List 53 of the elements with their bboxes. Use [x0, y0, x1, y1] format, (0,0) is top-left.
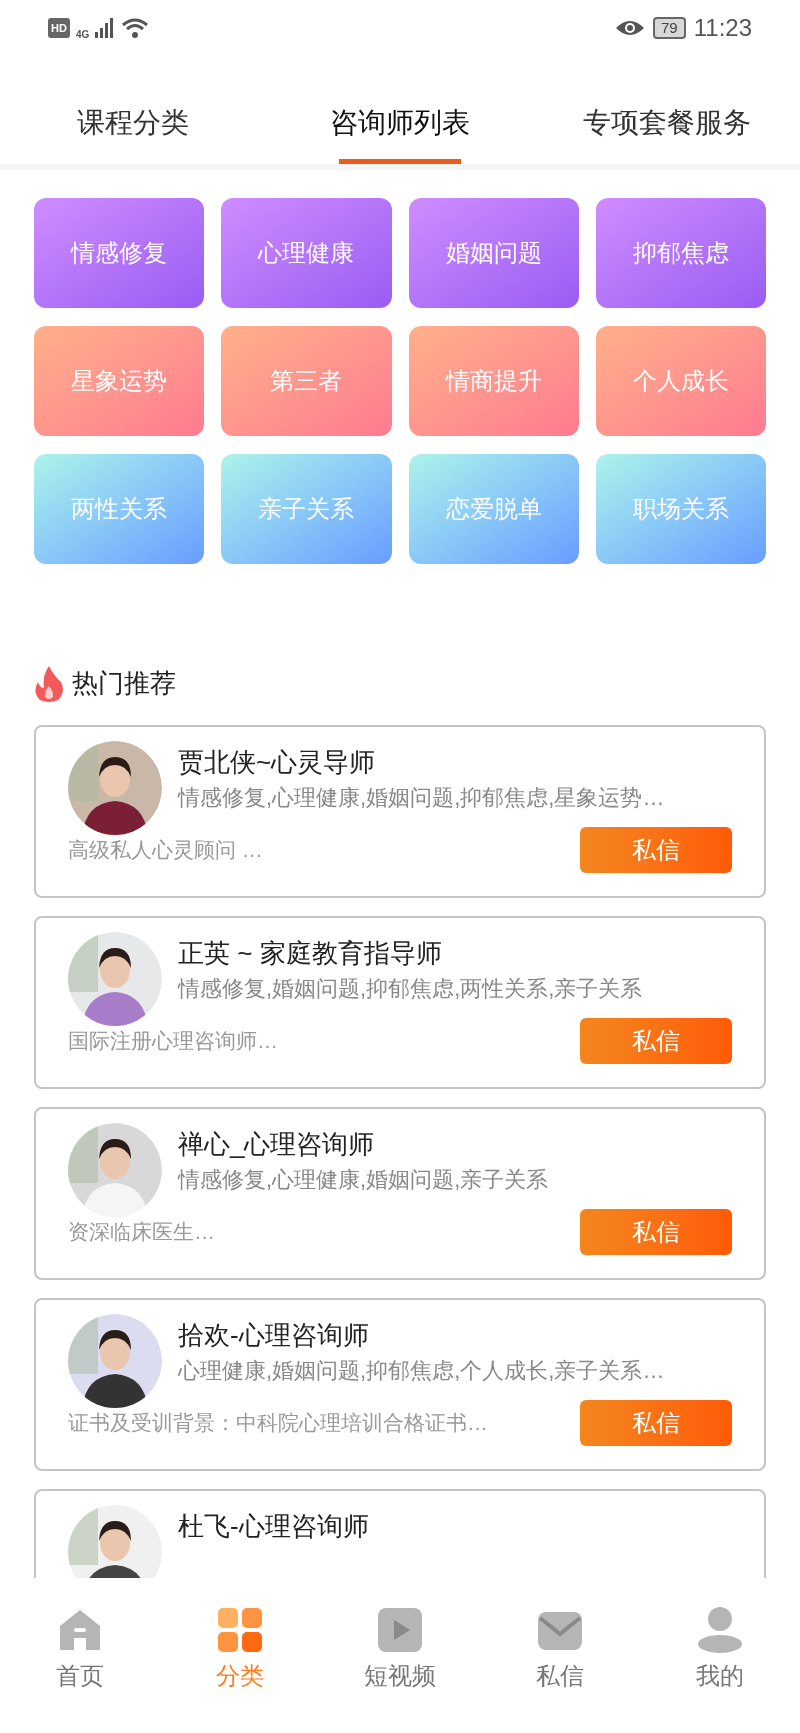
category-tile[interactable]: 恋爱脱单: [408, 454, 579, 564]
category-tile[interactable]: 情商提升: [408, 326, 579, 436]
counselor-name: 正英 ~ 家庭教育指导师: [178, 937, 443, 970]
counselor-bio: 高级私人心灵顾问 …: [68, 837, 263, 864]
play-icon: [376, 1606, 424, 1654]
nav-item[interactable]: 私信: [480, 1606, 640, 1694]
counselor-card[interactable]: 贾北侠~心灵导师 情感修复,心理健康,婚姻问题,抑郁焦虑,星象运势… 高级私人心灵顾问 … 私信: [34, 725, 766, 898]
counselor-bio: 国际注册心理咨询师…: [68, 1028, 278, 1055]
counselor-card[interactable]: 禅心_心理咨询师 情感修复,心理健康,婚姻问题,亲子关系 资深临床医生… 私信: [34, 1107, 766, 1280]
category-tile[interactable]: 婚姻问题: [408, 198, 579, 308]
counselor-name: 拾欢-心理咨询师: [178, 1319, 370, 1352]
counselor-bio: 资深临床医生…: [68, 1219, 215, 1246]
grid-icon: [216, 1606, 264, 1654]
message-button[interactable]: 私信: [580, 1400, 732, 1446]
category-tile[interactable]: 职场关系: [595, 454, 766, 564]
category-tile[interactable]: 星象运势: [34, 326, 205, 436]
message-button[interactable]: 私信: [580, 827, 732, 873]
signal-icon: [95, 18, 116, 38]
category-tile[interactable]: 抑郁焦虑: [595, 198, 766, 308]
message-button[interactable]: 私信: [580, 1018, 732, 1064]
network-label: 4G: [75, 27, 90, 42]
nav-item[interactable]: 短视频: [320, 1606, 480, 1694]
tab[interactable]: 咨询师列表: [266, 103, 534, 164]
nav-item[interactable]: 首页: [0, 1606, 160, 1694]
tab[interactable]: 课程分类: [0, 103, 267, 164]
wifi-icon: [121, 17, 150, 39]
counselor-card[interactable]: 正英 ~ 家庭教育指导师 情感修复,婚姻问题,抑郁焦虑,两性关系,亲子关系 国际注册心理咨询师… 私信: [34, 916, 766, 1089]
eye-icon: [615, 18, 646, 38]
section-title: 热门推荐: [72, 667, 176, 700]
counselor-name: 杜飞-心理咨询师: [178, 1510, 369, 1543]
category-tile[interactable]: 第三者: [221, 326, 392, 436]
message-button[interactable]: 私信: [580, 1209, 732, 1255]
counselor-bio: 证书及受训背景：中科院心理培训合格证书…: [68, 1410, 488, 1437]
counselor-card[interactable]: 拾欢-心理咨询师 心理健康,婚姻问题,抑郁焦虑,个人成长,亲子关系… 证书及受训背景：中科院心理培训合格证书… 私信: [34, 1298, 766, 1471]
tab[interactable]: 专项套餐服务: [533, 103, 800, 164]
flame-icon: [34, 665, 64, 702]
category-tile[interactable]: 亲子关系: [221, 454, 392, 564]
counselor-name: 禅心_心理咨询师: [178, 1128, 376, 1161]
counselor-tags: 心理健康,婚姻问题,抑郁焦虑,个人成长,亲子关系…: [178, 1354, 665, 1388]
category-tile[interactable]: 个人成长: [595, 326, 766, 436]
counselor-name: 贾北侠~心灵导师: [178, 746, 377, 779]
battery-indicator: 79: [653, 17, 686, 39]
counselor-tags: 情感修复,婚姻问题,抑郁焦虑,两性关系,亲子关系: [178, 972, 643, 1006]
clock: 11:23: [693, 13, 752, 43]
counselor-tags: 情感修复,心理健康,婚姻问题,亲子关系: [178, 1163, 549, 1197]
category-tile[interactable]: 情感修复: [34, 198, 205, 308]
counselor-tags: 情感修复,心理健康,婚姻问题,抑郁焦虑,星象运势…: [178, 781, 665, 815]
user-icon: [696, 1606, 744, 1654]
category-tile[interactable]: 心理健康: [221, 198, 392, 308]
nav-item[interactable]: 分类: [160, 1606, 320, 1694]
nav-item[interactable]: 我的: [640, 1606, 800, 1694]
hd-badge: HD: [48, 18, 70, 38]
category-tile[interactable]: 两性关系: [34, 454, 205, 564]
